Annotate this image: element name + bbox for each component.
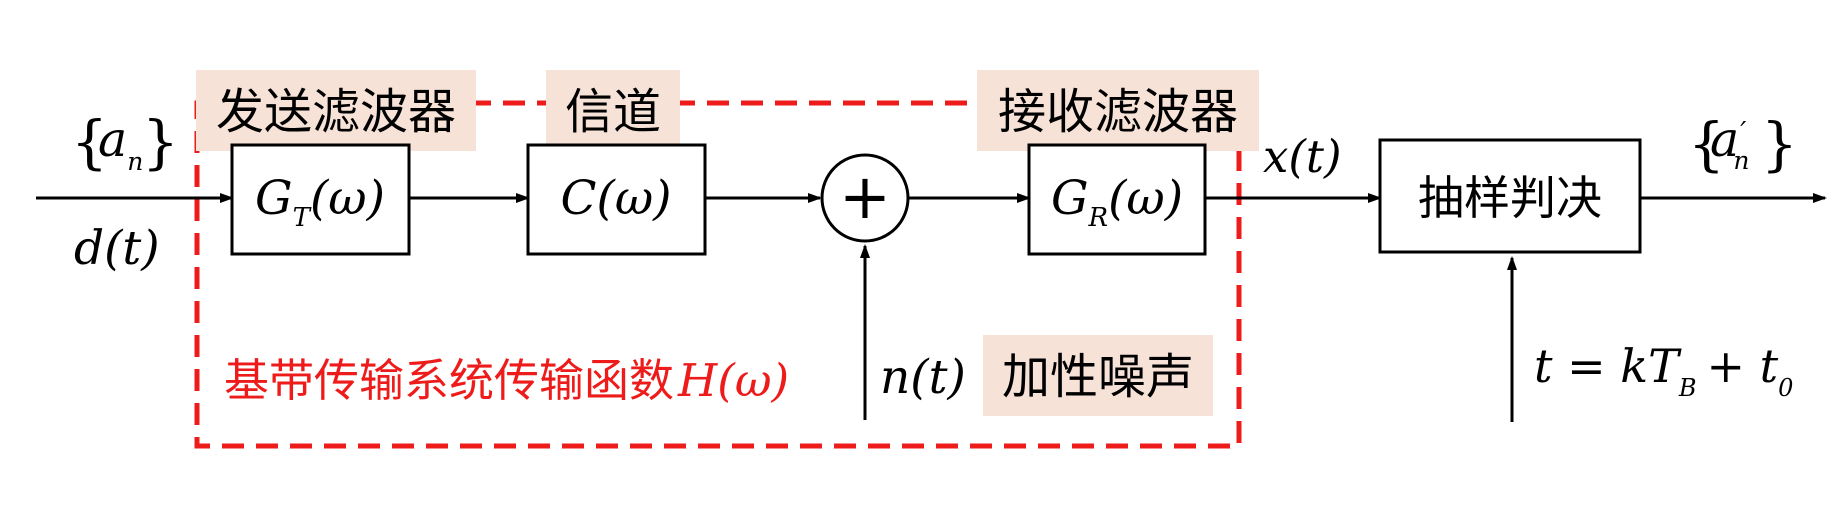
additive-noise-label: 加性噪声 xyxy=(1002,349,1194,405)
input-signal: d(t) xyxy=(74,221,160,276)
output-symbol-close-brace: } xyxy=(1761,110,1798,178)
sampling-time-zero: 0 xyxy=(1778,374,1793,402)
output-symbol-sub: n xyxy=(1733,146,1749,175)
receive-block-arg: (ω) xyxy=(1108,171,1183,226)
sampling-time-sub: B xyxy=(1678,374,1697,402)
system-function-symbol: H(ω) xyxy=(677,354,789,407)
sampling-time-plus: + t xyxy=(1706,339,1778,393)
transmit-filter-label: 发送滤波器 xyxy=(216,84,456,140)
channel-label: 信道 xyxy=(565,84,661,140)
input-symbol-sub: n xyxy=(127,147,143,176)
transmit-block-equation: GT(ω) xyxy=(255,171,385,233)
receive-block-equation: GR(ω) xyxy=(1051,171,1183,233)
receive-filter-label: 接收滤波器 xyxy=(998,84,1238,140)
receive-block-sub: R xyxy=(1087,203,1108,233)
baseband-transmission-diagram: + 发送滤波器 信道 接收滤波器 加性噪声 抽样判决 基带传输系统传输函数H(ω… xyxy=(36,70,1827,449)
system-function-text: 基带传输系统传输函数 xyxy=(224,354,674,407)
transmit-block-arg: (ω) xyxy=(310,171,385,226)
output-signal-label: x(t) xyxy=(1263,130,1342,183)
receive-block-main: G xyxy=(1051,171,1089,226)
decision-block-label: 抽样判决 xyxy=(1418,171,1602,225)
system-function-label: 基带传输系统传输函数H(ω) xyxy=(224,354,789,407)
channel-block-equation: C(ω) xyxy=(561,171,672,226)
output-symbol-prime: ′ xyxy=(1740,117,1746,148)
input-symbol-close-brace: } xyxy=(142,108,179,176)
input-symbol: an xyxy=(98,111,143,176)
output-symbol: a′ n xyxy=(1710,111,1749,175)
noise-signal-label: n(t) xyxy=(880,350,966,405)
sampling-time-equation: t = kTB + t0 xyxy=(1534,339,1793,402)
transmit-block-main: G xyxy=(255,171,293,226)
sampling-time-main: t = kT xyxy=(1534,339,1682,393)
summing-symbol: + xyxy=(839,160,891,233)
transmit-block-sub: T xyxy=(293,203,312,233)
input-symbol-main: a xyxy=(98,111,127,168)
